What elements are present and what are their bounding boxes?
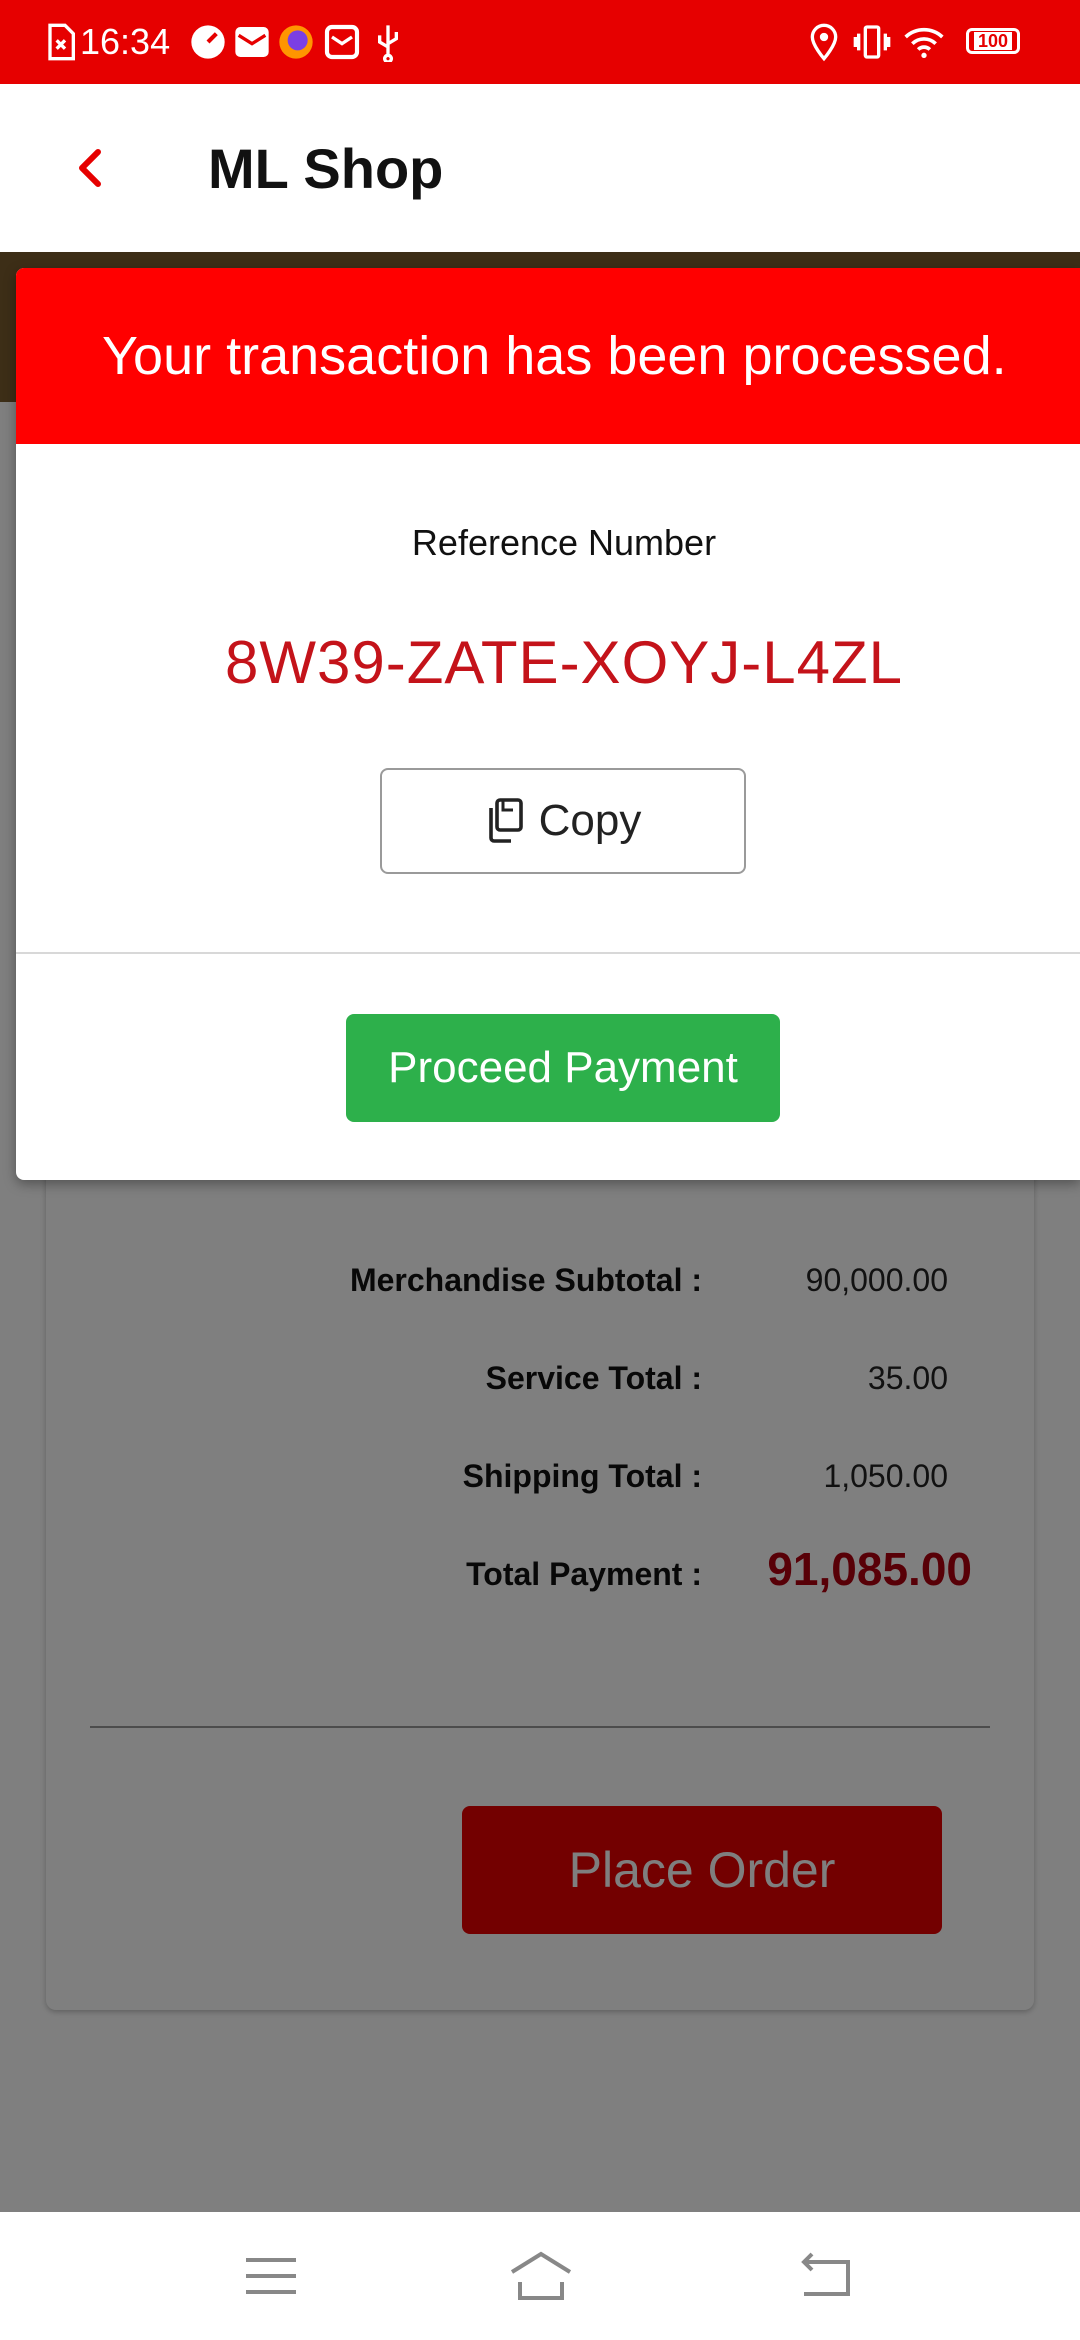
- usb-icon: [378, 25, 398, 62]
- status-bar: 16:34 100: [0, 0, 1080, 84]
- menu-icon[interactable]: [236, 2244, 306, 2308]
- modal-divider: [16, 952, 1080, 954]
- chevron-left-icon[interactable]: [60, 136, 120, 200]
- wifi-icon: [904, 27, 944, 58]
- vibrate-icon: [853, 25, 891, 59]
- transaction-modal: Your transaction has been processed. Ref…: [16, 268, 1080, 1180]
- sim-error-icon: [48, 23, 75, 61]
- proceed-payment-button[interactable]: Proceed Payment: [346, 1014, 780, 1122]
- battery-icon: 100: [966, 28, 1020, 54]
- battery-level: 100: [973, 32, 1013, 50]
- speedometer-icon: [191, 25, 225, 59]
- reference-number: 8W39-ZATE-XOYJ-L4ZL: [224, 629, 904, 696]
- inbox-icon: [324, 24, 360, 60]
- status-time: 16:34: [80, 21, 171, 62]
- home-icon[interactable]: [506, 2244, 576, 2308]
- system-nav-bar: [0, 2212, 1080, 2340]
- firefox-icon: [279, 25, 313, 59]
- copy-icon: [488, 798, 523, 843]
- page-title: ML Shop: [208, 137, 444, 200]
- app-bar: ML Shop: [0, 84, 1080, 252]
- copy-label: Copy: [538, 796, 642, 845]
- modal-title: Your transaction has been processed.: [102, 326, 1007, 386]
- modal-header: Your transaction has been processed.: [16, 268, 1080, 444]
- location-icon: [810, 23, 838, 62]
- reference-label: Reference Number: [411, 522, 717, 563]
- mail-icon: [235, 27, 269, 57]
- copy-button[interactable]: Copy: [380, 768, 746, 874]
- back-icon[interactable]: [790, 2244, 860, 2308]
